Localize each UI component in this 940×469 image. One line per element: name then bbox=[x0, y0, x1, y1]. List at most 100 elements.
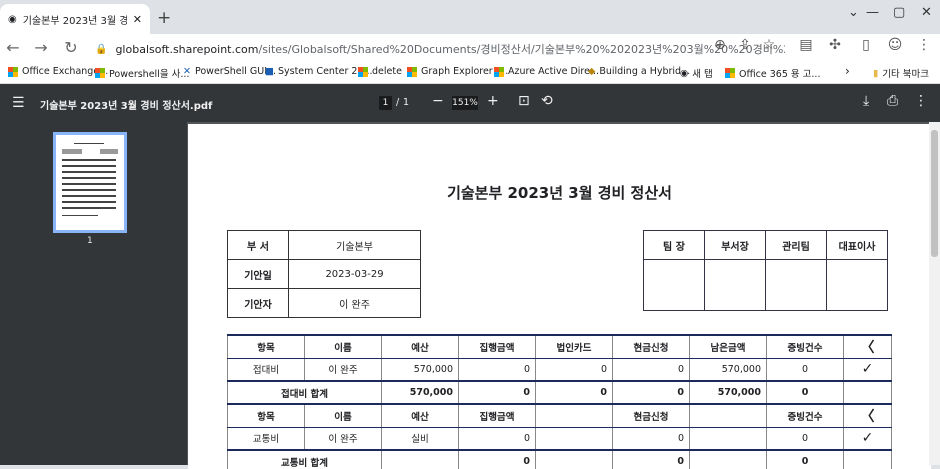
bookmark-item[interactable]: Office 365 용 고... bbox=[725, 66, 820, 80]
column-header: 현금신청 bbox=[612, 403, 690, 428]
info-value: 이 완주 bbox=[288, 288, 421, 318]
sign-box bbox=[826, 259, 888, 311]
column-header: 집행금액 bbox=[458, 334, 536, 359]
sidepanel-icon[interactable]: ▯ bbox=[856, 37, 876, 53]
maximize-icon[interactable]: ▢ bbox=[893, 5, 905, 20]
url-path: /sites/Globalsoft/Shared%20Documents/경비정… bbox=[258, 43, 786, 56]
zoom-out-icon[interactable]: − bbox=[432, 93, 444, 109]
collapse-icon[interactable]: 〈 bbox=[843, 403, 892, 428]
subtotal-label: 접대비 합계 bbox=[227, 380, 382, 405]
cell-spent: 0 bbox=[458, 426, 536, 451]
pdf-page: 기술본부 2023년 3월 경비 정산서 부 서 기술본부 기안일 2023-03-… bbox=[188, 124, 931, 469]
cell-budget bbox=[381, 449, 459, 469]
microsoft-icon bbox=[8, 66, 18, 77]
cell-name: 이 완주 bbox=[304, 357, 382, 382]
address-bar[interactable]: 🔒 globalsoft.sharepoint.com/sites/Global… bbox=[95, 37, 785, 61]
cell-cash: 0 bbox=[612, 449, 690, 469]
bookmark-item[interactable]: ◉ 새 탭 bbox=[680, 66, 713, 81]
cell-item: 접대비 bbox=[227, 357, 305, 382]
globe-icon: ◉ bbox=[8, 13, 17, 25]
close-icon[interactable]: ✕ bbox=[133, 13, 142, 26]
column-header: 남은금액 bbox=[689, 334, 767, 359]
bookmark-item[interactable]: ✕ PowerShell GUI... bbox=[183, 66, 276, 77]
zoom-input[interactable]: 151% bbox=[452, 96, 478, 110]
scrollbar-thumb[interactable] bbox=[931, 130, 938, 257]
minimize-icon[interactable]: — bbox=[866, 5, 879, 20]
column-header: 예산 bbox=[381, 334, 459, 359]
bookmark-folder[interactable]: ▮ 기타 북마크 bbox=[873, 66, 929, 81]
info-value: 2023-03-29 bbox=[288, 259, 421, 289]
cell-receipts: 0 bbox=[766, 426, 844, 451]
more-icon[interactable]: ⋮ bbox=[914, 93, 928, 109]
avatar[interactable]: ☺ bbox=[885, 37, 905, 53]
bookmark-item[interactable]: Azure Active Dire... bbox=[494, 66, 599, 77]
close-window-icon[interactable]: ✕ bbox=[921, 5, 932, 20]
expense-table: 항목 이름 예산 집행금액 법인카드 현금신청 남은금액 증빙건수 〈 접대비 … bbox=[227, 334, 892, 469]
fit-page-icon[interactable]: ⊡ bbox=[518, 93, 530, 109]
thumbnail-label: 1 bbox=[87, 236, 93, 246]
column-header: 현금신청 bbox=[612, 334, 690, 359]
page-total: 1 bbox=[403, 97, 410, 108]
reload-icon[interactable]: ↻ bbox=[61, 38, 81, 57]
browser-tab[interactable]: ◉ 기술본부 2023년 3월 경비 정 ✕ bbox=[0, 4, 150, 34]
bookmark-item[interactable]: ◆ Building a Hybrid... bbox=[588, 66, 690, 77]
approval-header: 팀 장 부서장 관리팀 대표이사 bbox=[643, 230, 888, 260]
bookmark-item[interactable]: ■ System Center 20... bbox=[265, 66, 373, 77]
folder-icon: ▮ bbox=[873, 67, 879, 79]
forward-icon[interactable]: → bbox=[31, 38, 51, 57]
zoom-icon[interactable]: ⊕ bbox=[710, 37, 730, 53]
column-header bbox=[689, 403, 767, 428]
cell-cash: 0 bbox=[612, 357, 690, 382]
pdf-filename: 기술본부 2023년 3월 경비 정산서.pdf bbox=[40, 101, 213, 112]
info-row: 기안자 이 완주 bbox=[227, 288, 421, 318]
cell-cash: 0 bbox=[612, 380, 690, 405]
column-header: 증빙건수 bbox=[766, 334, 844, 359]
table-row: 접대비 이 완주 570,000 0 0 0 570,000 0 ✓ bbox=[227, 357, 892, 382]
bookmark-item[interactable]: delete bbox=[358, 66, 402, 77]
collapse-icon[interactable]: 〈 bbox=[843, 334, 892, 359]
page-thumbnail[interactable] bbox=[53, 132, 127, 233]
cell-budget: 570,000 bbox=[381, 357, 459, 382]
microsoft-icon bbox=[494, 66, 504, 77]
x-icon: ✕ bbox=[183, 66, 191, 77]
column-header: 항목 bbox=[227, 403, 305, 428]
microsoft-icon bbox=[95, 68, 105, 78]
cell-card: 0 bbox=[535, 357, 613, 382]
new-tab-button[interactable]: + bbox=[157, 8, 171, 28]
shield-icon: ◆ bbox=[588, 66, 596, 77]
cell-remaining bbox=[689, 449, 767, 469]
rotate-icon[interactable]: ⟲ bbox=[541, 93, 553, 109]
cell-budget: 570,000 bbox=[381, 380, 459, 405]
cell-remaining: 570,000 bbox=[689, 380, 767, 405]
column-header: 항목 bbox=[227, 334, 305, 359]
extension-icon[interactable]: ▤ bbox=[796, 37, 816, 53]
star-icon[interactable]: ☆ bbox=[759, 37, 779, 53]
bookmark-item[interactable]: Powershell을 사... bbox=[95, 66, 189, 80]
cell-item: 교통비 bbox=[227, 426, 305, 451]
sc-icon: ■ bbox=[265, 66, 274, 77]
chevron-down-icon[interactable]: ⌄ bbox=[848, 5, 859, 20]
cell-card: 0 bbox=[535, 380, 613, 405]
bookmark-item[interactable]: Office Exchange... bbox=[8, 66, 108, 77]
cell-receipts: 0 bbox=[766, 449, 844, 469]
print-icon[interactable]: ⎙ bbox=[887, 93, 898, 109]
subtotal-label: 교통비 합계 bbox=[227, 449, 382, 469]
url-host: globalsoft.sharepoint.com bbox=[115, 42, 259, 56]
share-icon[interactable]: ⇪ bbox=[735, 37, 755, 53]
check-icon: ✓ bbox=[843, 426, 892, 451]
hamburger-icon[interactable]: ☰ bbox=[12, 95, 25, 111]
zoom-in-icon[interactable]: + bbox=[487, 93, 499, 109]
approval-label: 관리팀 bbox=[765, 230, 827, 260]
info-label: 기안자 bbox=[227, 288, 289, 318]
page-input[interactable]: 1 bbox=[379, 96, 392, 110]
table-header: 항목 이름 예산 집행금액 현금신청 증빙건수 〈 bbox=[227, 403, 892, 428]
puzzle-icon[interactable]: ✣ bbox=[825, 37, 845, 53]
column-header: 법인카드 bbox=[535, 334, 613, 359]
cell-receipts: 0 bbox=[766, 357, 844, 382]
cell-card bbox=[535, 449, 613, 469]
back-icon[interactable]: ← bbox=[3, 38, 23, 57]
menu-icon[interactable]: ⋮ bbox=[914, 37, 934, 53]
subtotal-row: 접대비 합계 570,000 0 0 0 570,000 0 bbox=[227, 380, 892, 405]
download-icon[interactable]: ⤓ bbox=[863, 93, 869, 109]
chevron-right-icon[interactable]: › bbox=[845, 64, 850, 78]
